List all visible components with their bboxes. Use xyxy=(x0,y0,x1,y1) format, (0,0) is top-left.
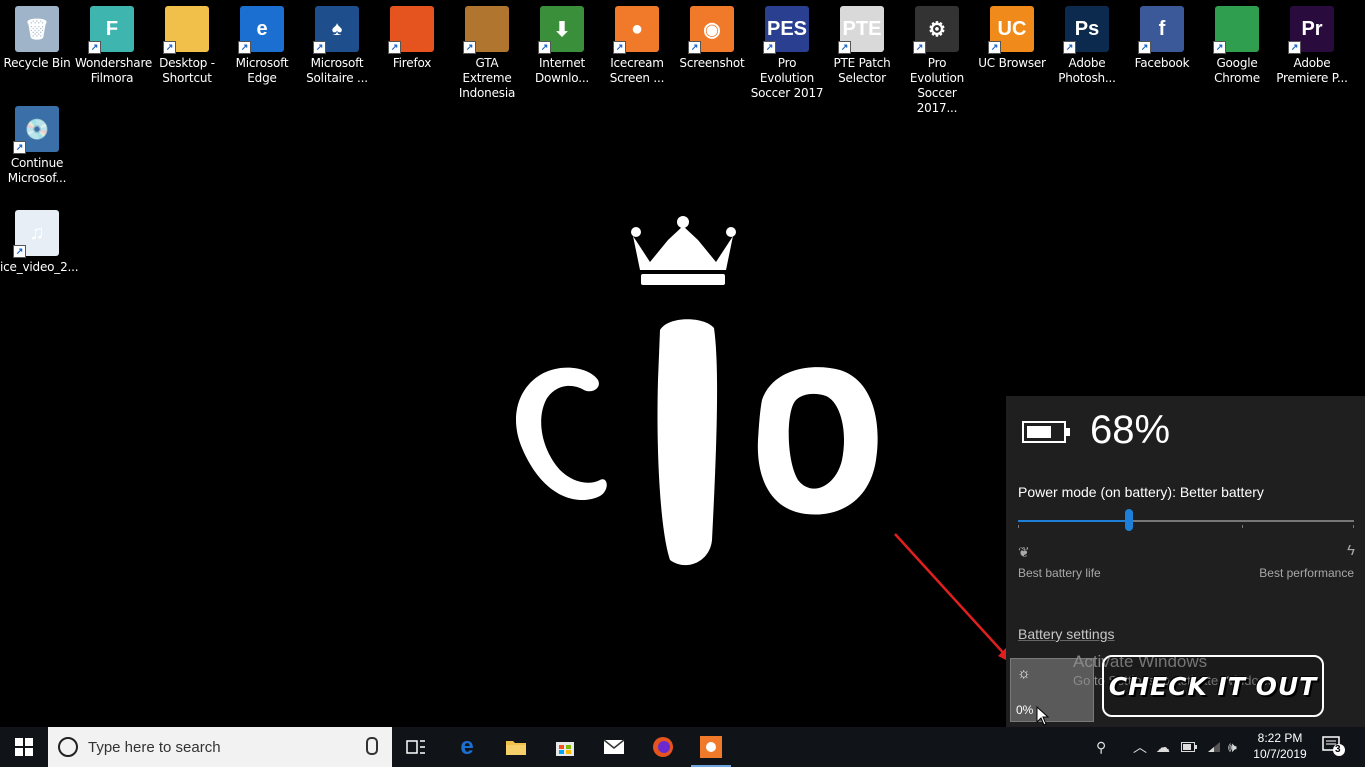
brightness-value: 0% xyxy=(1016,703,1034,717)
store-icon[interactable] xyxy=(551,733,579,761)
onedrive-icon[interactable]: ☁ xyxy=(1156,727,1170,767)
best-battery-life-label: Best battery life xyxy=(1018,566,1101,580)
search-box[interactable]: Type here to search xyxy=(48,727,392,767)
check-it-out-badge: CHECK IT OUT xyxy=(1102,655,1324,717)
action-center-icon[interactable]: 3 xyxy=(1321,735,1345,757)
volume-icon[interactable]: 🕪 xyxy=(1228,727,1237,767)
microphone-icon[interactable] xyxy=(366,737,378,755)
leaf-icon: ❦ xyxy=(1018,544,1030,560)
cortana-icon xyxy=(58,737,78,757)
task-view-icon[interactable] xyxy=(402,733,430,761)
clock-date: 10/7/2019 xyxy=(1253,747,1307,761)
file-explorer-icon[interactable] xyxy=(502,733,530,761)
show-hidden-icons-chevron[interactable]: ︿ xyxy=(1133,727,1147,767)
icecream-recorder-taskbar-icon[interactable] xyxy=(697,733,725,761)
people-icon[interactable]: ⚲ xyxy=(1096,727,1106,767)
edge-taskbar-icon[interactable]: e xyxy=(453,733,481,761)
start-button[interactable] xyxy=(0,727,48,767)
best-performance-label: Best performance xyxy=(1259,566,1354,580)
battery-settings-link[interactable]: Battery settings xyxy=(1018,626,1115,642)
mouse-cursor-icon xyxy=(1036,706,1050,726)
brightness-icon: ☼ xyxy=(1017,665,1031,682)
search-placeholder: Type here to search xyxy=(88,739,221,756)
firefox-taskbar-icon[interactable] xyxy=(649,733,677,761)
clock-time: 8:22 PM xyxy=(1257,731,1303,745)
battery-tray-icon[interactable] xyxy=(1181,727,1197,767)
network-icon[interactable] xyxy=(1206,727,1222,767)
slider-thumb[interactable] xyxy=(1124,509,1133,531)
mail-icon[interactable] xyxy=(600,733,628,761)
power-mode-slider[interactable] xyxy=(1018,509,1354,531)
windows-logo-icon xyxy=(15,738,33,756)
power-mode-label: Power mode (on battery): Better battery xyxy=(1018,484,1264,500)
lightning-icon: ϟ xyxy=(1347,542,1355,559)
taskbar: Type here to search e ⚲ ︿ ☁ 🕪 8:22 PM 10… xyxy=(0,727,1365,767)
notification-count: 3 xyxy=(1335,744,1341,755)
clock[interactable]: 8:22 PM 10/7/2019 xyxy=(1252,730,1308,762)
battery-percentage: 68% xyxy=(1090,408,1171,452)
battery-icon xyxy=(1022,421,1070,443)
